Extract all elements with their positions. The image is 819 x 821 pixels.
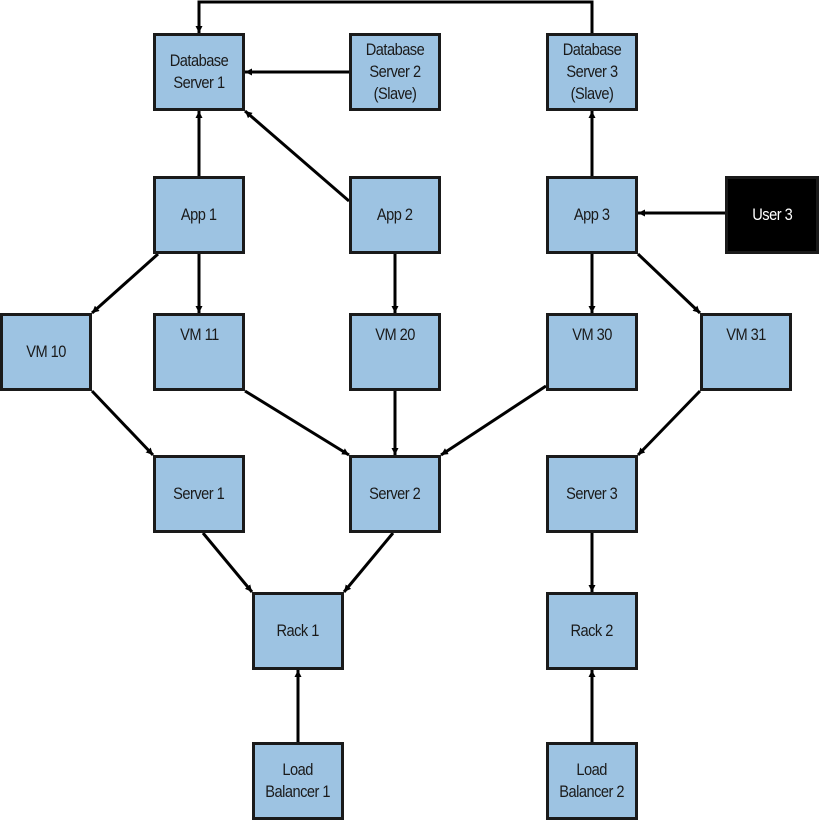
node-label: Database Server 3 (Slave) (562, 40, 622, 103)
edge-app2-to-db1 (244, 109, 350, 203)
node-label: Server 2 (369, 484, 421, 503)
node-vm-31: VM 31 (700, 313, 792, 391)
node-label: Database Server 2 (Slave) (365, 40, 425, 103)
node-database-server-1: Database Server 1 (153, 33, 245, 111)
edge-vm30-to-server2 (440, 384, 547, 457)
node-label: VM 11 (179, 325, 219, 344)
node-rack-2: Rack 2 (546, 592, 638, 670)
node-database-server-3: Database Server 3 (Slave) (546, 33, 638, 111)
node-user-3: User 3 (725, 176, 819, 254)
node-label: Database Server 1 (169, 51, 229, 92)
node-label: Server 3 (566, 484, 618, 503)
edge-vm31-to-server3 (636, 389, 702, 457)
node-label: VM 30 (572, 325, 612, 344)
node-label: VM 31 (726, 325, 766, 344)
node-vm-10: VM 10 (0, 313, 92, 391)
edge-server1-to-rack1 (201, 532, 254, 593)
node-vm-11: VM 11 (153, 313, 245, 391)
node-load-balancer-2: Load Balancer 2 (546, 742, 638, 820)
node-server-2: Server 2 (349, 455, 441, 533)
node-app-2: App 2 (349, 176, 441, 254)
node-vm-20: VM 20 (349, 313, 441, 391)
node-label: App 1 (181, 205, 217, 224)
node-database-server-2: Database Server 2 (Slave) (349, 33, 441, 111)
node-label: Rack 2 (570, 621, 614, 640)
edges-layer (90, 0, 725, 742)
edge-app3-to-vm31 (636, 252, 702, 315)
node-vm-30: VM 30 (546, 313, 638, 391)
node-server-3: Server 3 (546, 455, 638, 533)
node-label: App 3 (574, 205, 610, 224)
node-app-1: App 1 (153, 176, 245, 254)
node-load-balancer-1: Load Balancer 1 (252, 742, 344, 820)
node-label: Rack 1 (276, 621, 320, 640)
node-label: Load Balancer 1 (265, 760, 331, 801)
node-server-1: Server 1 (153, 455, 245, 533)
node-label: Server 1 (173, 484, 225, 503)
edge-db3-to-db1 (195, 0, 594, 33)
edge-vm11-to-server2 (244, 389, 350, 457)
edge-app1-to-vm10 (91, 252, 159, 315)
edge-vm10-to-server1 (90, 389, 155, 457)
node-app-3: App 3 (546, 176, 638, 254)
node-rack-1: Rack 1 (252, 592, 344, 670)
node-label: VM 10 (26, 342, 66, 361)
node-label: Load Balancer 2 (559, 760, 625, 801)
node-label: User 3 (752, 205, 792, 224)
node-label: VM 20 (375, 325, 415, 344)
node-label: App 2 (377, 205, 413, 224)
dependency-diagram: Database Server 1 Database Server 2 (Sla… (0, 0, 819, 821)
edge-server2-to-rack1 (342, 532, 395, 593)
